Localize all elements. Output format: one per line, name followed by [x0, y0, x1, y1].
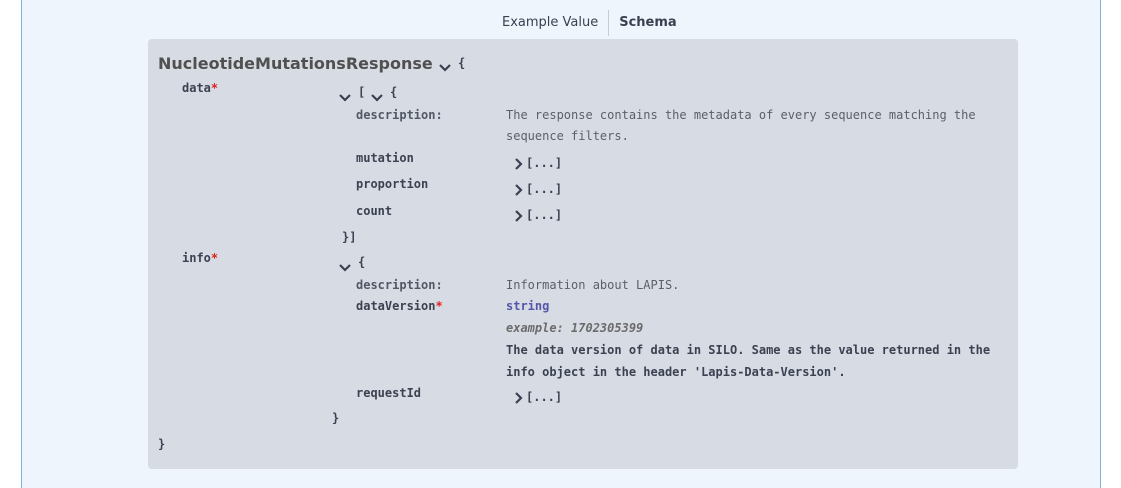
data-description: The response contains the metadata of ev…: [506, 108, 976, 143]
response-panel: Example Value Schema NucleotideMutations…: [21, 0, 1101, 488]
tab-example-value[interactable]: Example Value: [492, 10, 608, 36]
info-close: }: [332, 411, 340, 425]
field-count: count: [356, 204, 393, 218]
chevron-right-icon: [515, 157, 523, 170]
proportion-collapsed: [...]: [526, 182, 563, 196]
count-expand-toggle[interactable]: [...]: [512, 208, 562, 222]
prop-data: data*: [182, 81, 218, 95]
prop-info: info*: [182, 251, 218, 265]
chevron-right-icon: [515, 391, 523, 404]
count-collapsed: [...]: [526, 208, 563, 222]
chevron-down-icon: [339, 93, 351, 102]
chevron-down-icon: [371, 93, 383, 102]
field-proportion: proportion: [356, 177, 429, 191]
chevron-down-icon: [439, 63, 451, 72]
info-description-key: description:: [356, 278, 443, 292]
required-mark: *: [435, 299, 443, 313]
requestid-expand-toggle[interactable]: [...]: [512, 390, 562, 404]
field-dataversion: dataVersion*: [356, 299, 443, 313]
model-close-brace: }: [158, 437, 166, 451]
field-requestid: requestId: [356, 386, 422, 400]
tab-bar: Example Value Schema: [492, 10, 687, 36]
chevron-right-icon: [515, 209, 523, 222]
model-title: NucleotideMutationsResponse: [158, 54, 433, 73]
info-object-toggle[interactable]: [338, 257, 352, 276]
prop-data-label: data: [182, 81, 211, 95]
prop-info-label: info: [182, 251, 211, 265]
required-mark: *: [210, 251, 219, 265]
data-close: }]: [342, 230, 357, 244]
info-description: Information about LAPIS.: [506, 278, 680, 292]
dataversion-type: string: [506, 299, 550, 313]
proportion-expand-toggle[interactable]: [...]: [512, 182, 562, 196]
chevron-right-icon: [515, 183, 523, 196]
data-array-toggle[interactable]: [338, 87, 352, 106]
data-object-open: {: [390, 85, 398, 99]
mutation-expand-toggle[interactable]: [...]: [512, 156, 562, 170]
chevron-down-icon: [339, 263, 351, 272]
data-array-open: [: [358, 85, 366, 99]
info-object-open: {: [358, 255, 366, 269]
model-collapse-toggle[interactable]: [438, 57, 452, 76]
dataversion-description: The data version of data in SILO. Same a…: [506, 343, 991, 379]
mutation-collapsed: [...]: [526, 156, 563, 170]
field-mutation: mutation: [356, 151, 414, 165]
model-open-brace: {: [458, 56, 466, 70]
dataversion-example: example: 1702305399: [506, 321, 644, 335]
tab-schema[interactable]: Schema: [608, 10, 686, 36]
data-description-key: description:: [356, 108, 443, 122]
schema-model-box: NucleotideMutationsResponse { data* [ { …: [148, 39, 1018, 469]
required-mark: *: [210, 81, 219, 95]
requestid-collapsed: [...]: [526, 390, 563, 404]
field-dataversion-label: dataVersion: [356, 299, 436, 313]
data-object-toggle[interactable]: [370, 87, 384, 106]
